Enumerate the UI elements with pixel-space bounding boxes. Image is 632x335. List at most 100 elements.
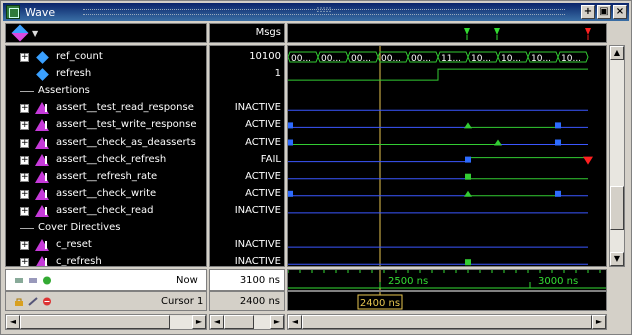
assertion-icon (35, 136, 49, 149)
pass-marker-icon (288, 190, 293, 197)
delete-cursor-icon[interactable] (42, 297, 52, 306)
signal-row[interactable]: + assert__test_read_response (6, 100, 206, 117)
waveform-pane[interactable]: 00... 00... 00... 00... 00... 11... 10... 10...… (287, 45, 607, 267)
bus-value: 00... (381, 54, 401, 64)
signal-row[interactable]: + assert__check_write (6, 186, 206, 203)
float-window-icon[interactable]: ▣ (597, 5, 611, 19)
signal-value: ACTIVE (245, 170, 281, 182)
cursor-label: Cursor 1 (161, 296, 204, 307)
expand-icon[interactable]: + (20, 241, 29, 251)
signal-row[interactable]: + assert__refresh_rate (6, 169, 206, 186)
values-hscroll-thumb[interactable] (224, 315, 254, 329)
dock-icon[interactable]: + (581, 5, 595, 19)
scroll-left-icon[interactable]: ◄ (210, 315, 224, 329)
pass-marker-icon (465, 156, 471, 163)
chevron-down-icon[interactable]: ▼ (32, 29, 38, 38)
pass-marker-icon (288, 122, 293, 129)
scroll-left-icon[interactable]: ◄ (6, 315, 20, 329)
wave-hscroll-thumb[interactable] (302, 315, 592, 329)
start-marker-icon (465, 173, 471, 180)
window-title: Wave (25, 6, 56, 19)
names-header: ▼ (5, 23, 207, 43)
group-label: Cover Directives (38, 222, 121, 233)
values-header: Msgs (209, 23, 285, 43)
wave-app-icon (6, 5, 20, 19)
signal-name: c_reset (56, 239, 92, 251)
bus-value: 00... (411, 54, 431, 64)
signal-name: refresh (56, 68, 92, 80)
red-marker-icon (585, 28, 591, 40)
signal-value: INACTIVE (234, 102, 281, 114)
group-divider (20, 228, 34, 229)
assertion-icon (35, 153, 49, 166)
group-header[interactable]: Assertions (6, 83, 206, 100)
close-icon[interactable]: × (613, 5, 627, 19)
signal-names-pane[interactable]: + ref_countrefresh Assertions + assert__test… (5, 45, 207, 267)
bus-value: 10... (471, 54, 491, 64)
signal-name: assert__test_read_response (56, 102, 194, 114)
cursor-axis[interactable]: 2400 ns (287, 291, 607, 311)
signal-row[interactable]: + ref_count (6, 49, 206, 66)
values-hscrollbar[interactable]: ◄ ► (209, 314, 285, 330)
waveform-canvas[interactable]: 00... 00... 00... 00... 00... 11... 10... 10...… (288, 46, 606, 266)
now-tools-icon[interactable] (14, 276, 24, 285)
scroll-right-icon[interactable]: ► (192, 315, 206, 329)
group-label: Assertions (38, 85, 90, 97)
scroll-down-icon[interactable]: ▼ (610, 252, 624, 266)
signal-value: INACTIVE (234, 256, 281, 267)
signal-type-icon[interactable] (11, 24, 29, 42)
expand-icon[interactable]: + (20, 155, 29, 165)
expand-icon[interactable]: + (20, 53, 29, 62)
names-hscrollbar[interactable]: ◄ ► (5, 314, 207, 330)
expand-icon[interactable]: + (20, 172, 29, 182)
expand-icon[interactable]: + (20, 206, 29, 216)
assertion-icon (35, 239, 49, 252)
signal-diamond-icon (36, 68, 49, 81)
scroll-left-icon[interactable]: ◄ (288, 315, 302, 329)
expand-icon[interactable]: + (20, 258, 29, 266)
cursor-row: Cursor 1 (5, 291, 207, 311)
title-bar[interactable]: Wave ::::: + ▣ × (3, 3, 629, 21)
expand-icon[interactable]: + (20, 138, 29, 148)
assertion-icon (35, 256, 49, 266)
signal-row[interactable]: + assert__check_read (6, 203, 206, 220)
signal-row[interactable]: + c_reset (6, 237, 206, 254)
pass-marker-icon (288, 139, 293, 146)
expand-icon[interactable]: + (20, 121, 29, 131)
add-cursor-icon[interactable] (42, 276, 52, 285)
signal-row[interactable]: + c_refresh (6, 254, 206, 266)
bus-value: 00... (321, 54, 341, 64)
expand-icon[interactable]: + (20, 104, 29, 114)
scroll-right-icon[interactable]: ► (592, 315, 606, 329)
drag-grip[interactable]: ::::: (83, 5, 565, 15)
group-header[interactable]: Cover Directives (6, 220, 206, 237)
bus-value: 00... (291, 54, 311, 64)
cursor-time-value: 2400 ns (209, 291, 285, 311)
cursor-add-icon[interactable] (28, 276, 38, 285)
time-axis[interactable]: 2500 ns 3000 ns (287, 269, 607, 291)
now-label: Now (176, 275, 198, 286)
vertical-scroll-thumb[interactable] (610, 186, 624, 230)
cover-hit-icon (465, 259, 471, 266)
signal-name: assert__check_refresh (56, 153, 167, 165)
pencil-icon[interactable] (28, 297, 38, 306)
signal-value: ACTIVE (245, 119, 281, 131)
signal-name: assert__test_write_response (56, 119, 197, 131)
signal-row[interactable]: + assert__test_write_response (6, 117, 206, 134)
expand-icon[interactable]: + (20, 189, 29, 199)
signal-name: assert__check_as_deasserts (56, 136, 196, 148)
start-marker-icon (464, 190, 472, 197)
vertical-scrollbar[interactable]: ▲ ▼ (609, 45, 625, 267)
signal-row[interactable]: + assert__check_as_deasserts (6, 135, 206, 152)
signal-row[interactable]: + assert__check_refresh (6, 152, 206, 169)
wave-window: Wave ::::: + ▣ × ▼ Msgs + ref_countrefres… (0, 0, 632, 335)
lock-icon[interactable] (14, 297, 24, 306)
signal-row[interactable]: refresh (6, 66, 206, 83)
bus-value: 11... (441, 54, 461, 64)
names-hscroll-thumb[interactable] (20, 315, 170, 329)
signal-values-pane[interactable]: 10100 1 INACTIVE ACTIVE ACTIVE FAIL ACTIVE ACTI… (209, 45, 285, 267)
wave-hscrollbar[interactable]: ◄ ► (287, 314, 607, 330)
scroll-right-icon[interactable]: ► (270, 315, 284, 329)
assertion-icon (35, 187, 49, 200)
scroll-up-icon[interactable]: ▲ (610, 46, 624, 60)
